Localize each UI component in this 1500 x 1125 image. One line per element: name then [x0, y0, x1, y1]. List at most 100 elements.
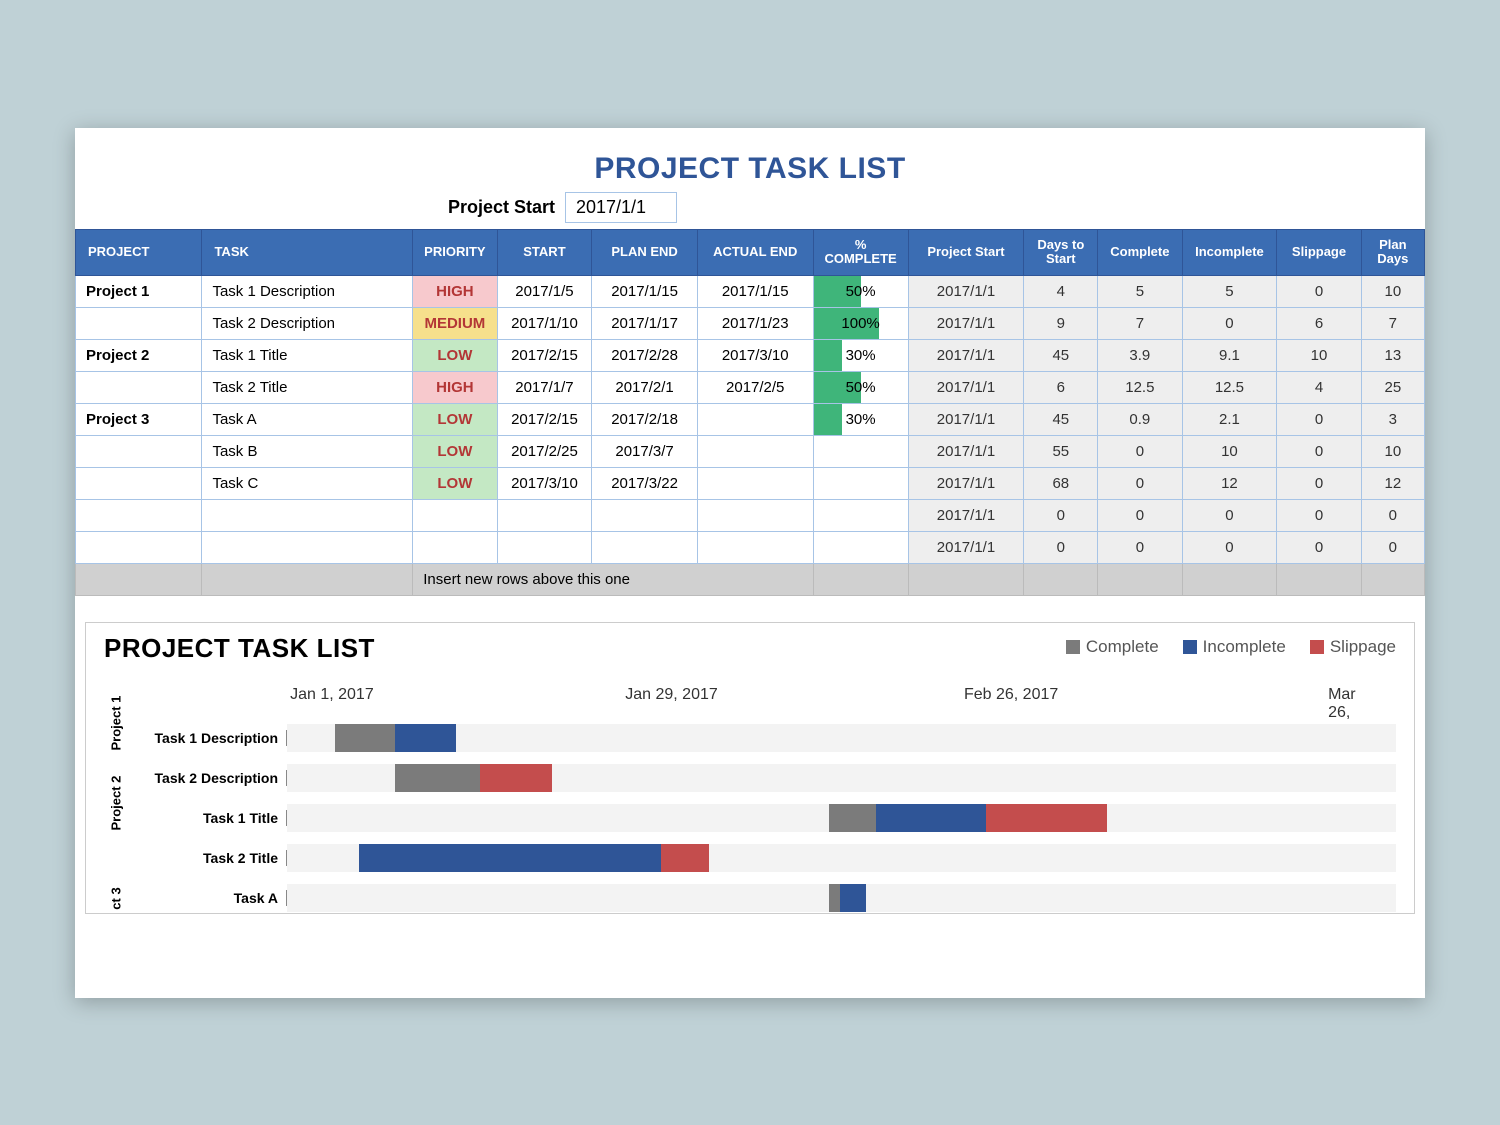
col-header[interactable]: Incomplete: [1182, 229, 1277, 276]
cell[interactable]: 2017/1/1: [908, 340, 1024, 372]
cell[interactable]: Task 2 Title: [202, 372, 413, 404]
cell[interactable]: 0: [1182, 532, 1277, 564]
cell[interactable]: 7: [1098, 308, 1182, 340]
cell[interactable]: [697, 436, 813, 468]
cell[interactable]: 2017/1/15: [697, 276, 813, 308]
cell[interactable]: Task C: [202, 468, 413, 500]
col-header[interactable]: PROJECT: [76, 229, 202, 276]
cell[interactable]: 2017/1/1: [908, 404, 1024, 436]
col-header[interactable]: START: [497, 229, 592, 276]
cell[interactable]: 0: [1277, 436, 1361, 468]
cell[interactable]: [202, 532, 413, 564]
cell[interactable]: 2017/1/17: [592, 308, 697, 340]
cell[interactable]: 0: [1182, 308, 1277, 340]
cell[interactable]: 5: [1182, 276, 1277, 308]
footer-cell[interactable]: [908, 564, 1024, 596]
cell[interactable]: LOW: [413, 468, 497, 500]
cell[interactable]: 5: [1098, 276, 1182, 308]
cell[interactable]: [497, 532, 592, 564]
cell[interactable]: [697, 404, 813, 436]
cell[interactable]: [592, 532, 697, 564]
cell[interactable]: 0: [1277, 468, 1361, 500]
cell[interactable]: 2017/1/15: [592, 276, 697, 308]
cell[interactable]: 2017/2/28: [592, 340, 697, 372]
cell[interactable]: 12.5: [1098, 372, 1182, 404]
pct-cell[interactable]: [813, 500, 908, 532]
cell[interactable]: 0: [1098, 500, 1182, 532]
cell[interactable]: 2017/1/1: [908, 436, 1024, 468]
cell[interactable]: Project 3: [76, 404, 202, 436]
footer-cell[interactable]: Insert new rows above this one: [413, 564, 813, 596]
cell[interactable]: 0.9: [1098, 404, 1182, 436]
cell[interactable]: 6: [1024, 372, 1098, 404]
pct-cell[interactable]: [813, 532, 908, 564]
col-header[interactable]: ACTUAL END: [697, 229, 813, 276]
cell[interactable]: [413, 500, 497, 532]
cell[interactable]: [76, 436, 202, 468]
project-start-cell[interactable]: 2017/1/1: [565, 192, 677, 223]
cell[interactable]: 2017/3/22: [592, 468, 697, 500]
cell[interactable]: 2017/2/18: [592, 404, 697, 436]
footer-cell[interactable]: [1361, 564, 1424, 596]
cell[interactable]: 12: [1361, 468, 1424, 500]
cell[interactable]: LOW: [413, 340, 497, 372]
cell[interactable]: 2017/3/10: [697, 340, 813, 372]
pct-cell[interactable]: 50%: [813, 372, 908, 404]
cell[interactable]: 2017/1/1: [908, 500, 1024, 532]
cell[interactable]: 4: [1024, 276, 1098, 308]
cell[interactable]: 7: [1361, 308, 1424, 340]
footer-cell[interactable]: [813, 564, 908, 596]
cell[interactable]: 12: [1182, 468, 1277, 500]
cell[interactable]: HIGH: [413, 372, 497, 404]
cell[interactable]: Task B: [202, 436, 413, 468]
cell[interactable]: [497, 500, 592, 532]
cell[interactable]: 2017/2/1: [592, 372, 697, 404]
footer-cell[interactable]: [1024, 564, 1098, 596]
cell[interactable]: Task A: [202, 404, 413, 436]
col-header[interactable]: Days to Start: [1024, 229, 1098, 276]
cell[interactable]: 2017/2/5: [697, 372, 813, 404]
cell[interactable]: 45: [1024, 404, 1098, 436]
footer-cell[interactable]: [76, 564, 202, 596]
col-header[interactable]: Slippage: [1277, 229, 1361, 276]
cell[interactable]: [592, 500, 697, 532]
cell[interactable]: 9.1: [1182, 340, 1277, 372]
cell[interactable]: [697, 468, 813, 500]
cell[interactable]: 10: [1182, 436, 1277, 468]
cell[interactable]: HIGH: [413, 276, 497, 308]
pct-cell[interactable]: [813, 436, 908, 468]
cell[interactable]: Task 1 Description: [202, 276, 413, 308]
cell[interactable]: 3.9: [1098, 340, 1182, 372]
cell[interactable]: MEDIUM: [413, 308, 497, 340]
cell[interactable]: 2017/1/1: [908, 372, 1024, 404]
pct-cell[interactable]: 30%: [813, 404, 908, 436]
pct-cell[interactable]: 100%: [813, 308, 908, 340]
col-header[interactable]: TASK: [202, 229, 413, 276]
footer-cell[interactable]: [1098, 564, 1182, 596]
cell[interactable]: Task 1 Title: [202, 340, 413, 372]
cell[interactable]: Task 2 Description: [202, 308, 413, 340]
cell[interactable]: 2017/3/10: [497, 468, 592, 500]
cell[interactable]: 2017/1/1: [908, 468, 1024, 500]
pct-cell[interactable]: 50%: [813, 276, 908, 308]
cell[interactable]: 12.5: [1182, 372, 1277, 404]
cell[interactable]: 0: [1277, 404, 1361, 436]
col-header[interactable]: % COMPLETE: [813, 229, 908, 276]
cell[interactable]: 2017/2/15: [497, 404, 592, 436]
cell[interactable]: 45: [1024, 340, 1098, 372]
cell[interactable]: 0: [1277, 500, 1361, 532]
cell[interactable]: 0: [1098, 436, 1182, 468]
cell[interactable]: LOW: [413, 404, 497, 436]
cell[interactable]: [413, 532, 497, 564]
cell[interactable]: Project 2: [76, 340, 202, 372]
col-header[interactable]: Complete: [1098, 229, 1182, 276]
footer-cell[interactable]: [202, 564, 413, 596]
cell[interactable]: 0: [1098, 468, 1182, 500]
pct-cell[interactable]: 30%: [813, 340, 908, 372]
cell[interactable]: 0: [1277, 532, 1361, 564]
cell[interactable]: 10: [1361, 436, 1424, 468]
cell[interactable]: 0: [1277, 276, 1361, 308]
cell[interactable]: 2017/1/5: [497, 276, 592, 308]
cell[interactable]: [76, 372, 202, 404]
cell[interactable]: 10: [1277, 340, 1361, 372]
